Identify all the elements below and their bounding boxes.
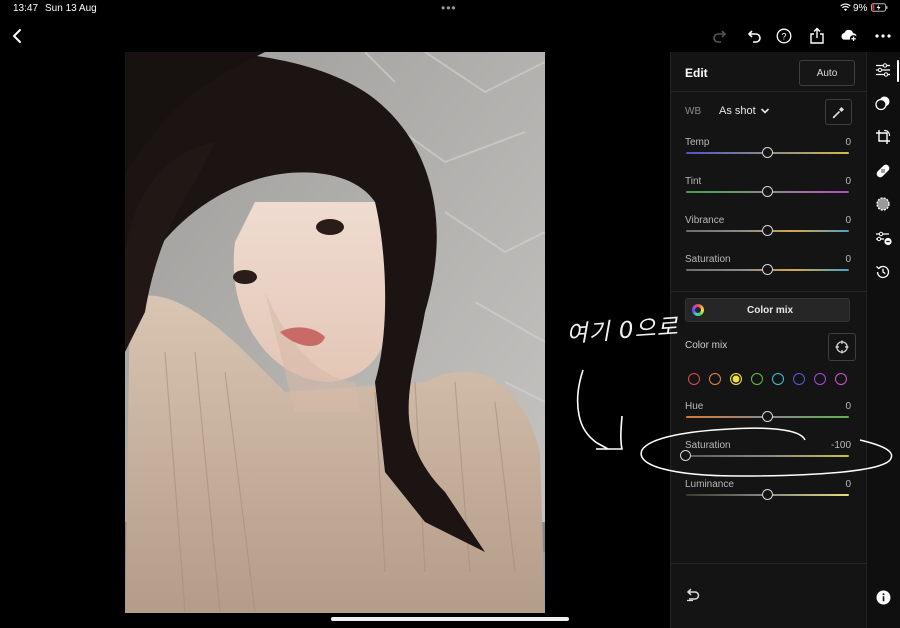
crop-button[interactable] [874,128,892,146]
auto-button[interactable]: Auto [799,60,855,86]
panel-divider [670,291,866,292]
slider-knob[interactable] [761,225,773,236]
annotation-strokes [576,369,893,477]
slider-knob[interactable] [761,186,773,197]
photo-illustration [125,52,545,613]
panel-divider [670,563,866,564]
home-indicator [331,617,569,621]
slider-value[interactable]: 0 [845,215,851,226]
share-button[interactable] [807,26,827,46]
status-date: Sun 13 Aug [45,3,97,14]
back-chevron-icon [12,29,21,43]
slider-value[interactable]: 0 [845,176,851,187]
help-icon: ? [776,28,792,44]
presets-button[interactable] [874,94,892,112]
presets-icon [875,96,890,111]
wb-eyedropper-button[interactable] [825,99,852,125]
slider-knob[interactable] [761,489,773,500]
undo-button[interactable] [744,26,764,46]
eyedropper-icon [832,106,844,118]
healing-icon [876,164,890,178]
versions-icon [875,231,892,246]
wb-label: WB [685,106,702,117]
edit-sliders-button[interactable] [874,61,892,79]
status-time: 13:47 [13,3,39,14]
cloud-sync-button[interactable] [839,26,859,46]
masking-icon [876,197,890,211]
panel-divider [670,91,866,92]
redo-icon [713,30,727,43]
redo-button[interactable] [710,26,730,46]
crop-icon [876,129,891,144]
info-button[interactable] [874,588,892,606]
healing-button[interactable] [874,162,892,180]
more-button[interactable] [873,26,893,46]
versions-button[interactable] [874,229,892,247]
wifi-icon [840,3,851,12]
chevron-down-icon[interactable] [760,107,770,115]
slider-label: Tint [685,176,702,187]
active-tool-indicator [897,60,899,82]
cloud-sync-icon [841,29,858,43]
help-button[interactable]: ? [774,26,794,46]
battery-charging-icon [871,3,888,12]
slider-knob[interactable] [761,147,773,158]
wb-dropdown[interactable]: As shot [719,105,756,117]
svg-text:?: ? [781,32,786,42]
battery-percent: 9% [853,3,868,14]
history-icon [876,265,890,279]
panel-title: Edit [685,66,708,80]
masking-button[interactable] [874,195,892,213]
slider-value[interactable]: 0 [845,137,851,148]
info-icon [876,590,890,604]
slider-knob[interactable] [761,264,773,275]
reset-icon [686,588,700,602]
edit-sliders-icon [876,63,890,77]
slider-label: Temp [685,137,710,148]
more-icon [875,34,891,38]
multitask-dots-icon[interactable]: ••• [441,1,457,15]
share-icon [810,27,824,44]
slider-label: Saturation [685,254,731,265]
selfie-photo[interactable] [125,52,545,613]
history-button[interactable] [874,263,892,281]
slider-label: Vibrance [685,215,725,226]
slider-value[interactable]: 0 [845,254,851,265]
reset-button[interactable] [685,588,703,606]
back-button[interactable] [7,26,27,46]
undo-icon [747,30,761,43]
